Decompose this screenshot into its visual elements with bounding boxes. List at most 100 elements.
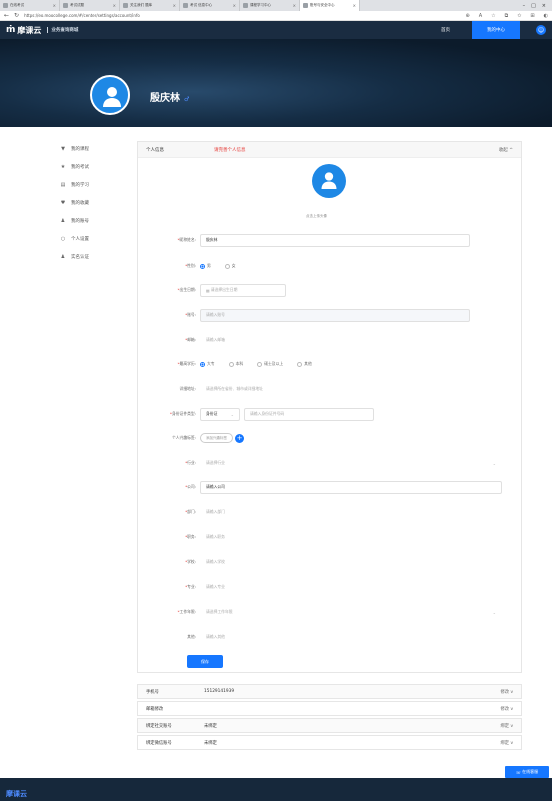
footer-logo: 摩课云	[6, 790, 27, 798]
other-field[interactable]: 请输入其他	[200, 631, 502, 644]
close-icon[interactable]: ×	[113, 3, 116, 8]
edu-radio-1[interactable]: 大专	[200, 361, 215, 367]
sidebar-item-exams[interactable]: ★ 我的考试	[60, 158, 130, 176]
edu-radio-4[interactable]: 其他	[297, 361, 312, 367]
upload-avatar[interactable]	[312, 164, 346, 198]
heart-icon: ♥	[60, 200, 66, 206]
close-icon[interactable]: ×	[173, 3, 176, 8]
browser-tab[interactable]: 在线考试 ×	[0, 0, 60, 11]
add-tag-button[interactable]: 添加兴趣标签	[200, 433, 233, 443]
card-header: 个人信息 请完善个人信息 收起 ^	[138, 142, 521, 158]
browser-tab[interactable]: 课程学习中心 ×	[240, 0, 300, 11]
edit-phone-button[interactable]: 修改 v	[500, 689, 513, 695]
translate-icon[interactable]: A	[479, 13, 482, 19]
book-icon: ▤	[60, 182, 66, 188]
wechat-status: 未绑定	[204, 740, 217, 746]
school-field[interactable]: 请输入学校	[200, 556, 502, 569]
tab-favicon-icon	[123, 3, 128, 8]
browser-tab-active[interactable]: 账号与安全中心 ×	[300, 0, 360, 11]
department-field[interactable]: 请输入部门	[200, 506, 502, 519]
profile-avatar	[90, 75, 130, 115]
company-field[interactable]: 请输入公司	[200, 480, 502, 494]
bind-wechat-button[interactable]: 绑定 v	[500, 740, 513, 746]
job-years-select[interactable]: 请选择工作年限 ⌄	[200, 606, 502, 619]
sidebar-item-account[interactable]: ♟ 我的账号	[60, 212, 130, 230]
browser-tab[interactable]: 考试 信息中心 ×	[180, 0, 240, 11]
form-row-dept: *部门: 请输入部门	[138, 505, 523, 519]
account-field[interactable]: 请输入账号	[200, 308, 470, 322]
browser-tab[interactable]: 考试试题 ×	[60, 0, 120, 11]
edu-radio-3[interactable]: 硕士及以上	[257, 361, 283, 367]
edit-email-button[interactable]: 修改 v	[500, 706, 513, 712]
email-field[interactable]: 请输入邮箱	[200, 334, 470, 347]
close-icon[interactable]: ×	[293, 3, 296, 8]
extensions-icon[interactable]: ⧉	[505, 13, 509, 19]
home-link[interactable]: 首页	[441, 27, 450, 33]
sidebar-item-favorites[interactable]: ♥ 我的收藏	[60, 194, 130, 212]
id-number-field[interactable]: 请输入身份证件号码	[244, 407, 374, 421]
close-window-icon[interactable]: ×	[542, 3, 546, 9]
user-name: 殷庆林 ♂	[150, 93, 190, 104]
gender-male-radio[interactable]: 男	[200, 263, 211, 269]
gender-female-radio[interactable]: 女	[224, 263, 236, 269]
url-field[interactable]: https://eo.moocollege.com/#/center/setti…	[24, 13, 460, 18]
site-logo[interactable]: ṁ 摩课云 业务查询商城	[6, 25, 78, 36]
job-title-field[interactable]: 请输入职务	[200, 531, 502, 544]
sidebar-item-learning[interactable]: ▤ 我的学习	[60, 176, 130, 194]
form-row-school: *学校: 请输入学校	[138, 555, 523, 569]
sidebar-item-courses[interactable]: ▼ 我的课程	[60, 140, 130, 158]
favorites-icon[interactable]: ✩	[517, 13, 521, 19]
back-icon[interactable]: ←	[4, 12, 9, 19]
collapse-button[interactable]: 收起 ^	[499, 147, 513, 153]
nickname-field[interactable]: 殷庆林	[200, 233, 470, 247]
site-header: ṁ 摩课云 业务查询商城 首页 我的中心 ☺	[0, 21, 552, 39]
edu-radio-2[interactable]: 本科	[228, 361, 243, 367]
save-button[interactable]: 保存	[187, 655, 223, 668]
profile-icon[interactable]: ◐	[544, 13, 548, 19]
chevron-down-icon: ⌄	[492, 460, 496, 466]
refresh-icon[interactable]: ↻	[14, 12, 19, 19]
sidebar-nav: ▼ 我的课程 ★ 我的考试 ▤ 我的学习 ♥ 我的收藏 ♟ 我的账号 ○ 个人设置 ♟ 实名认…	[60, 140, 130, 266]
major-field[interactable]: 请输入专业	[200, 581, 502, 594]
birthday-picker[interactable]: ▦ 请选择出生日期	[200, 283, 286, 297]
person-icon	[103, 87, 121, 107]
tab-favicon-icon	[183, 3, 188, 8]
gear-icon: ○	[60, 236, 66, 242]
profile-banner: 殷庆林 ♂	[0, 39, 552, 127]
browser-tab[interactable]: 关注我们 题库 ×	[120, 0, 180, 11]
my-center-button[interactable]: 我的中心	[472, 21, 520, 39]
form-row-id: *身份证件类型: 身份证 ⌄ 请输入身份证件号码	[138, 407, 523, 421]
form-row-industry: *行业: 请选择行业 ⌄	[138, 456, 523, 470]
close-icon[interactable]: ×	[353, 3, 356, 8]
form-row-major: *专业: 请输入专业	[138, 580, 523, 594]
logo-icon: ṁ	[6, 25, 16, 35]
online-service-button[interactable]: ☏ 在线客服	[505, 766, 549, 778]
form-row-title: *职务: 请输入职务	[138, 530, 523, 544]
maximize-icon[interactable]: □	[531, 3, 536, 9]
person-icon	[321, 172, 337, 189]
bookmark-icon: ▼	[61, 146, 65, 152]
close-icon[interactable]: ×	[53, 3, 56, 8]
plus-icon[interactable]: +	[235, 433, 244, 443]
bind-social-button[interactable]: 绑定 v	[500, 723, 513, 729]
id-type-select[interactable]: 身份证 ⌄	[200, 407, 240, 421]
avatar[interactable]: ☺	[536, 25, 546, 35]
browser-tab-bar: 在线考试 × 考试试题 × 关注我们 题库 × 考试 信息中心 × 课程学习中心 × 账号…	[0, 0, 552, 11]
industry-select[interactable]: 请选择行业 ⌄	[200, 457, 502, 470]
window-controls: – □ ×	[523, 3, 552, 9]
zoom-icon[interactable]: ⊕	[466, 13, 470, 19]
close-icon[interactable]: ×	[233, 3, 236, 8]
minimize-icon[interactable]: –	[523, 3, 526, 9]
sidebar-item-verification[interactable]: ♟ 实名认证	[60, 248, 130, 266]
form-row-tags: 个人兴趣标签: 添加兴趣标签 +	[171, 433, 244, 443]
collections-icon[interactable]: ⊞	[530, 13, 534, 19]
star-icon[interactable]: ☆	[491, 13, 495, 19]
form-row-job-years: *工作年限: 请选择工作年限 ⌄	[138, 605, 523, 619]
address-field[interactable]: 请选择所在省份、城市或详细地址	[200, 383, 470, 396]
sidebar-item-settings[interactable]: ○ 个人设置	[60, 230, 130, 248]
info-row-social: 绑定社交账号 未绑定 绑定 v	[137, 718, 522, 733]
info-row-wechat: 绑定微信账号 未绑定 绑定 v	[137, 735, 522, 750]
form-row-company: *公司: 请输入公司	[138, 480, 523, 494]
person-icon: ♟	[60, 254, 66, 260]
star-icon: ★	[60, 164, 66, 170]
